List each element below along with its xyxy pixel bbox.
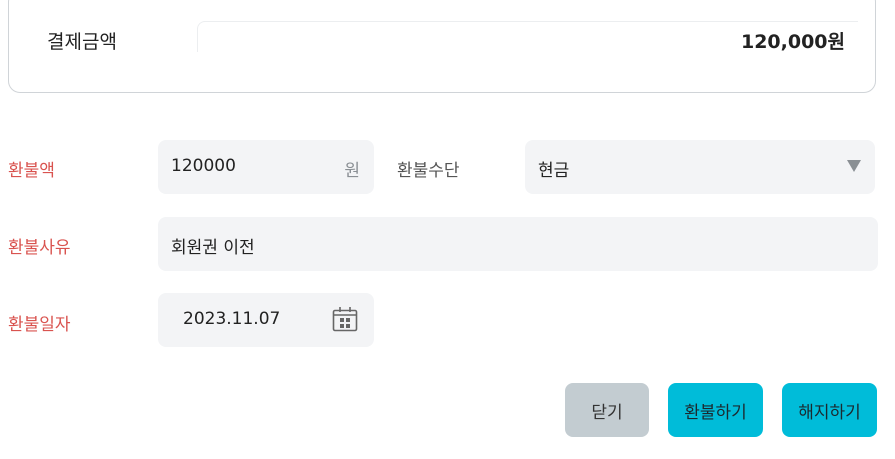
refund-date-value: 2023.11.07 (183, 309, 281, 329)
refund-method-label: 환불수단 (397, 161, 460, 181)
triangle-down-icon (847, 160, 861, 172)
refund-method-selected: 현금 (538, 161, 570, 181)
currency-unit: 원 (344, 161, 360, 181)
refund-method-select[interactable]: 현금 (525, 140, 875, 194)
close-button[interactable]: 닫기 (565, 383, 649, 437)
refund-amount-label: 환불액 (8, 161, 55, 181)
payment-amount-label: 결제금액 (47, 31, 117, 53)
terminate-button[interactable]: 해지하기 (782, 383, 877, 437)
payment-summary-card: 결제금액 120,000원 (8, 0, 876, 93)
refund-reason-label: 환불사유 (8, 238, 71, 258)
refund-date-label: 환불일자 (8, 315, 71, 335)
payment-amount-value: 120,000원 (740, 31, 845, 53)
refund-amount-value: 120000 (171, 156, 236, 176)
refund-amount-input[interactable]: 120000 원 (158, 140, 374, 194)
refund-reason-value: 회원권 이전 (171, 238, 255, 258)
refund-reason-input[interactable]: 회원권 이전 (158, 217, 878, 271)
refund-date-input[interactable]: 2023.11.07 (158, 293, 374, 347)
refund-button[interactable]: 환불하기 (668, 383, 763, 437)
calendar-icon[interactable] (332, 306, 358, 332)
